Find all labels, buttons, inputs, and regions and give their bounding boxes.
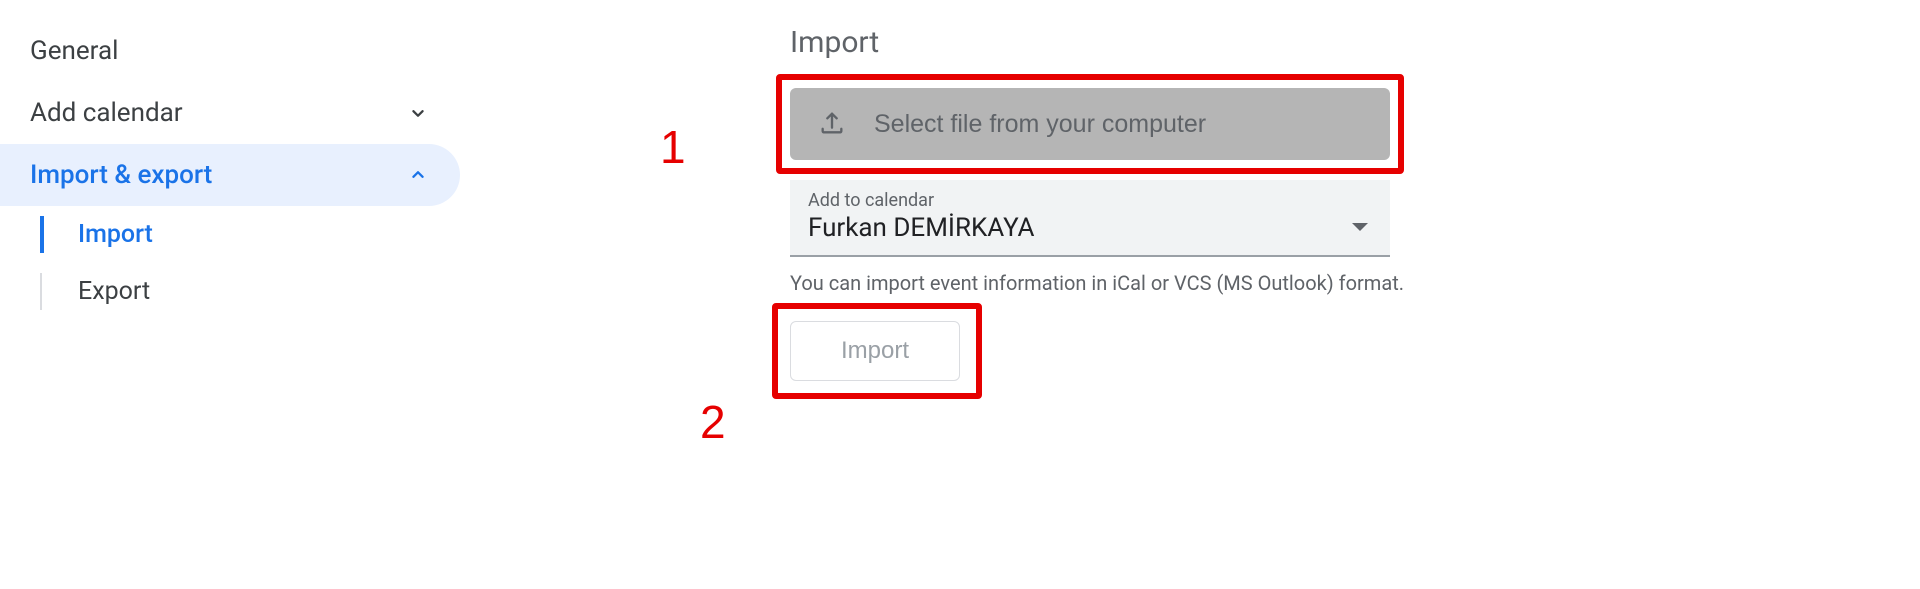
dropdown-arrow-icon	[1352, 218, 1368, 237]
annotation-number-1: 1	[660, 120, 686, 174]
import-panel: Import Select file from your computer Ad…	[790, 25, 1400, 381]
sidebar-subitem-label: Import	[78, 220, 153, 249]
annotation-number-2: 2	[700, 395, 726, 449]
sidebar-subitem-import[interactable]: Import	[0, 206, 460, 263]
settings-sidebar: General Add calendar Import & export Imp…	[0, 20, 460, 320]
chevron-up-icon	[406, 163, 430, 187]
import-hint-text: You can import event information in iCal…	[790, 271, 1400, 295]
chevron-down-icon	[406, 101, 430, 125]
import-button[interactable]: Import	[790, 321, 960, 381]
sidebar-item-general[interactable]: General	[0, 20, 460, 82]
sidebar-item-import-export[interactable]: Import & export	[0, 144, 460, 206]
select-file-label: Select file from your computer	[874, 110, 1206, 139]
sidebar-item-add-calendar[interactable]: Add calendar	[0, 82, 460, 144]
select-file-button[interactable]: Select file from your computer	[790, 88, 1390, 160]
sidebar-subitem-export[interactable]: Export	[0, 263, 460, 320]
file-select-wrapper: Select file from your computer	[790, 88, 1400, 160]
sidebar-item-label: General	[30, 36, 118, 66]
import-button-wrapper: Import	[790, 321, 960, 381]
calendar-field-label: Add to calendar	[808, 190, 1372, 211]
upload-icon	[818, 109, 846, 140]
section-title: Import	[790, 25, 1400, 60]
sidebar-item-label: Import & export	[30, 160, 212, 190]
sidebar-subitem-label: Export	[78, 277, 150, 306]
calendar-field-value: Furkan DEMİRKAYA	[808, 213, 1372, 243]
sidebar-item-label: Add calendar	[30, 98, 183, 128]
add-to-calendar-select[interactable]: Add to calendar Furkan DEMİRKAYA	[790, 180, 1390, 257]
